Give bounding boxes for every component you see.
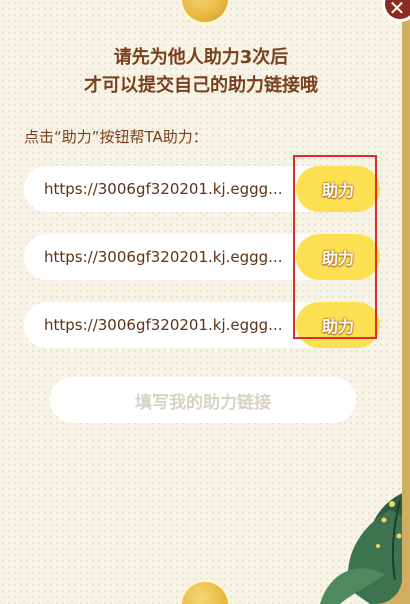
instruction-text: 点击“助力”按钮帮TA助力： <box>24 128 208 146</box>
title-line-1: 请先为他人助力3次后 <box>113 47 289 68</box>
fill-my-link-button[interactable]: 填写我的助力链接 <box>50 377 356 423</box>
dialog-title: 请先为他人助力3次后 才可以提交自己的助力链接哦 <box>0 44 402 100</box>
help-dialog: 请先为他人助力3次后 才可以提交自己的助力链接哦 点击“助力”按钮帮TA助力： … <box>0 0 402 604</box>
plant-decoration <box>320 493 402 604</box>
title-line-2: 才可以提交自己的助力链接哦 <box>84 75 318 96</box>
link-url: https://3006gf320201.kj.eggg... <box>44 248 283 266</box>
coin-decoration-top <box>182 0 228 22</box>
close-icon: ✕ <box>388 0 406 20</box>
highlight-box <box>293 155 377 339</box>
link-url: https://3006gf320201.kj.eggg... <box>44 180 283 198</box>
link-url: https://3006gf320201.kj.eggg... <box>44 316 283 334</box>
coin-decoration-bottom <box>182 582 228 604</box>
